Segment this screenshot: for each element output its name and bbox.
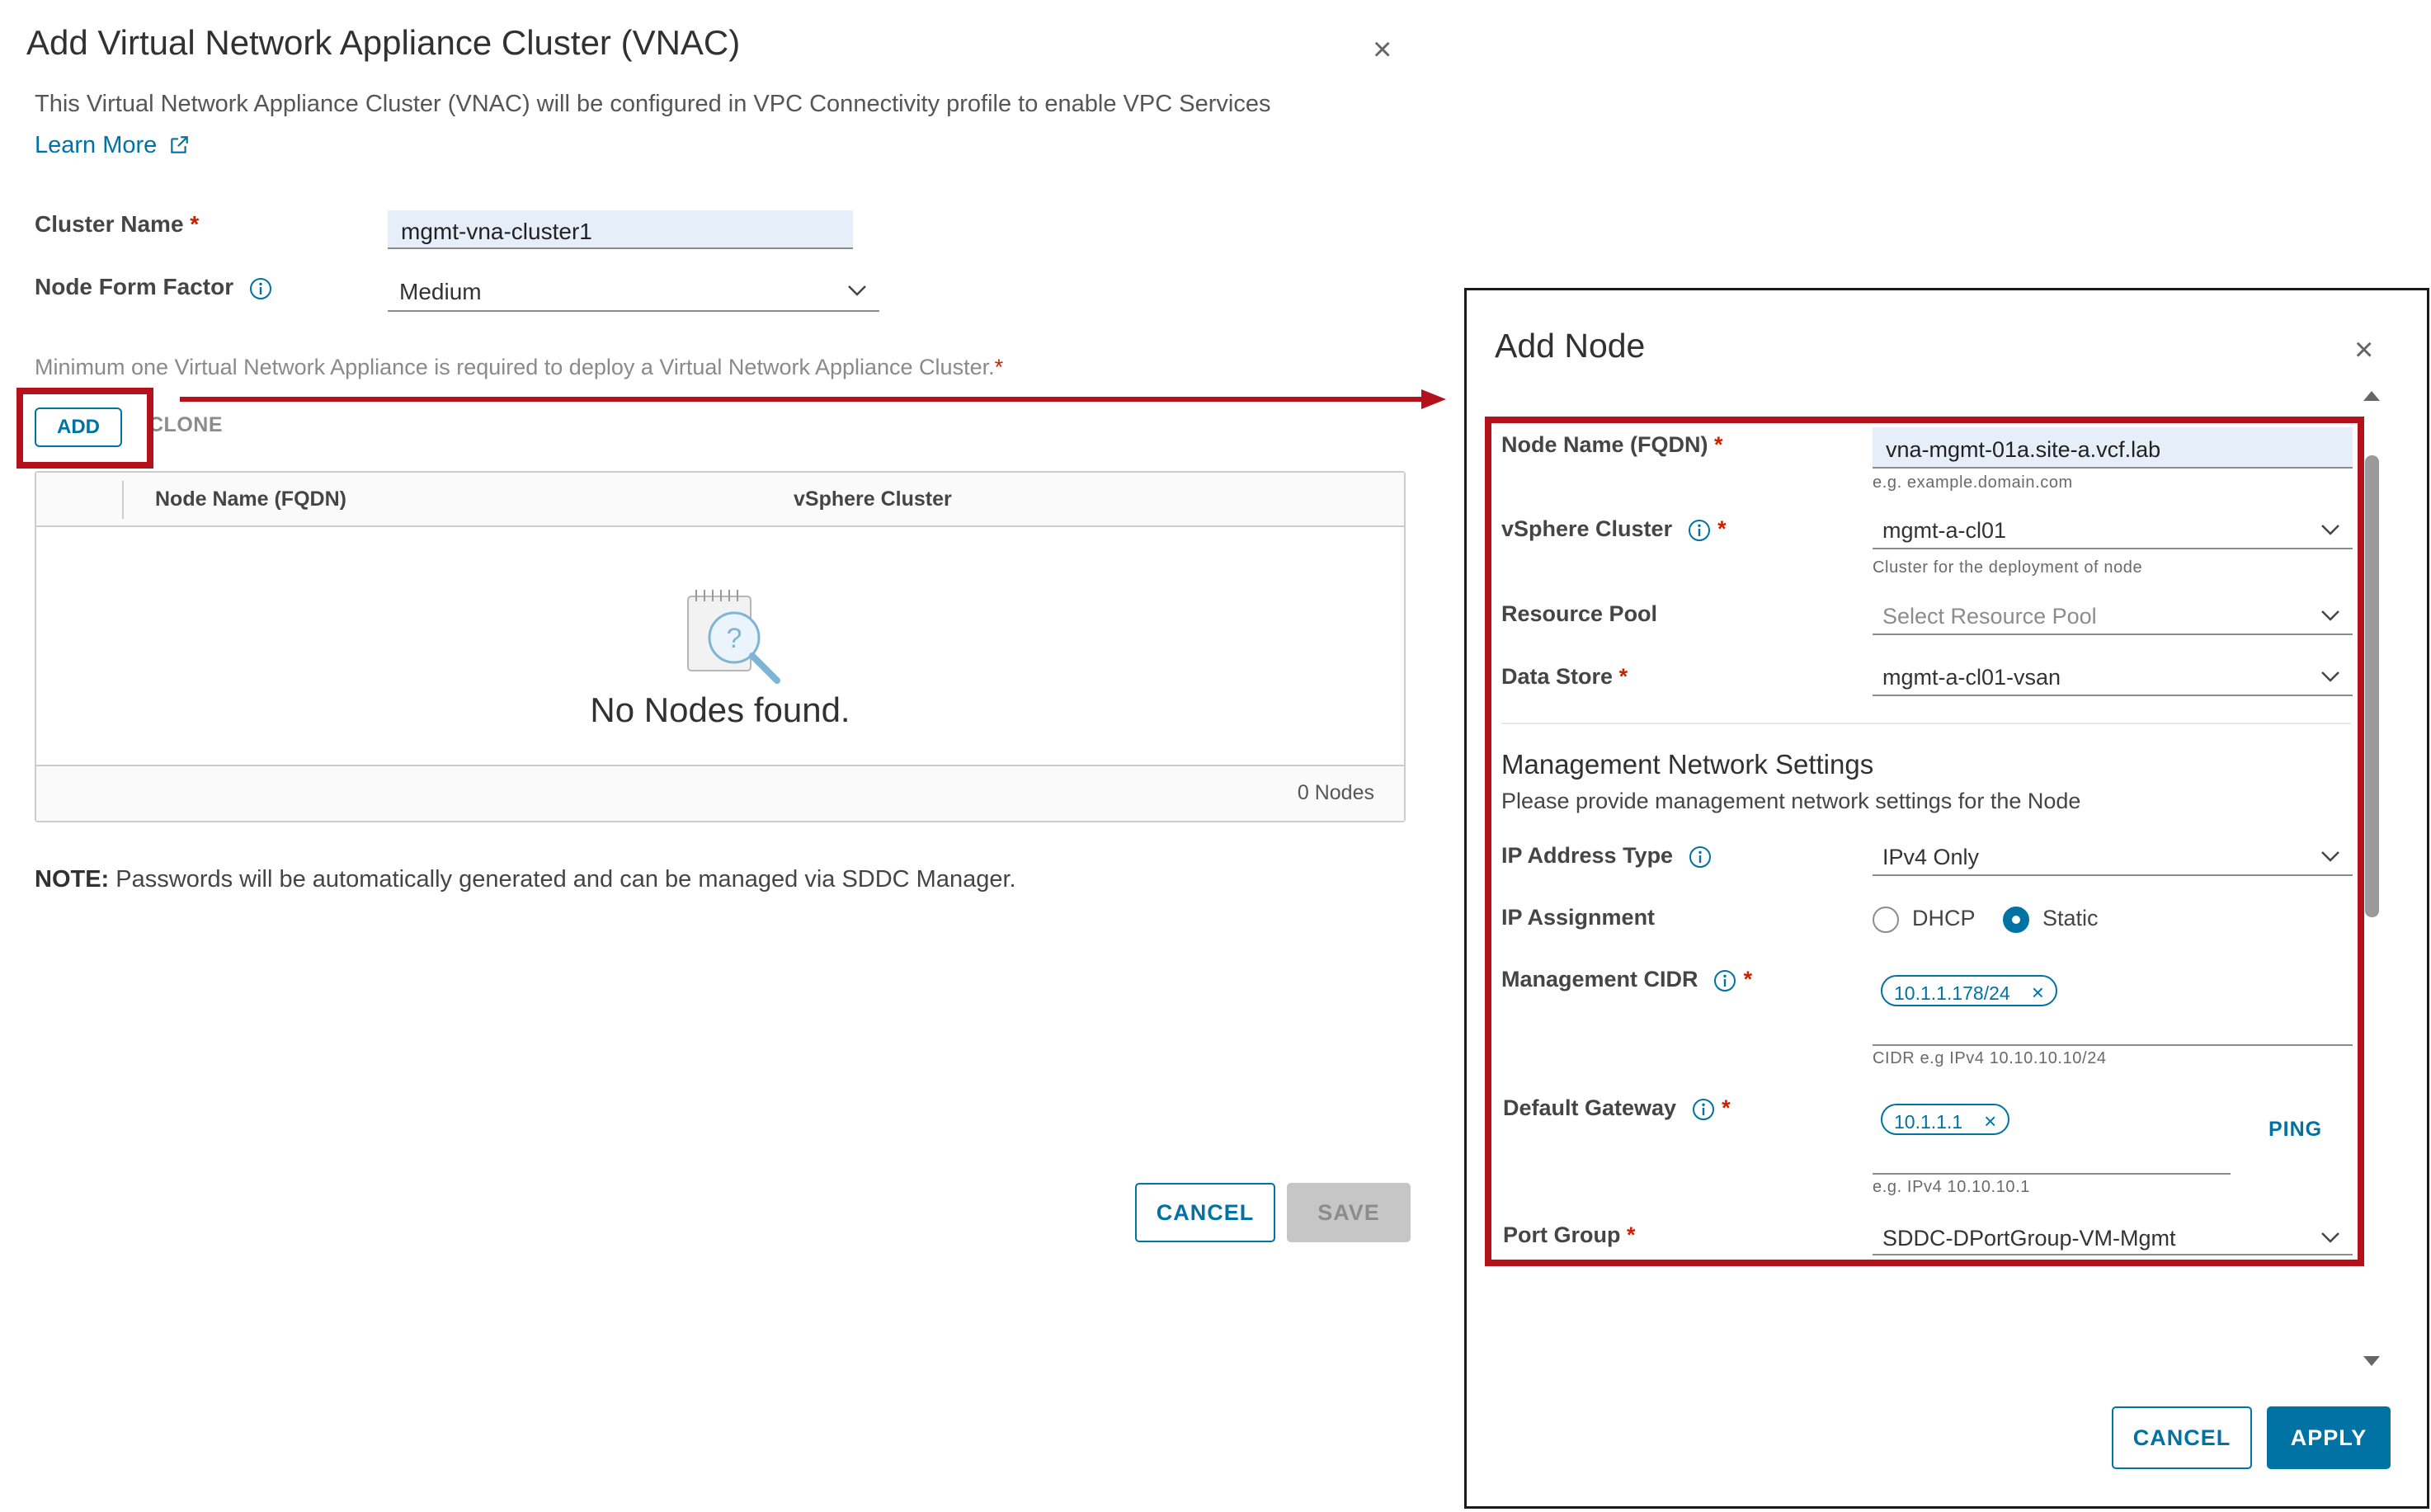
scroll-down-icon[interactable] xyxy=(2361,1353,2382,1369)
svg-text:?: ? xyxy=(727,623,742,654)
apply-button[interactable]: APPLY xyxy=(2267,1406,2391,1469)
learn-more-label: Learn More xyxy=(35,132,158,158)
nodes-table: Node Name (FQDN) vSphere Cluster ? No No… xyxy=(35,471,1406,822)
callout-arrow xyxy=(180,389,1446,409)
minimum-appliance-note: Minimum one Virtual Network Appliance is… xyxy=(35,355,1004,379)
node-count: 0 Nodes xyxy=(1297,781,1374,804)
empty-state-text: No Nodes found. xyxy=(590,690,850,729)
password-note: NOTE: Passwords will be automatically ge… xyxy=(35,866,1016,893)
learn-more-link[interactable]: Learn More xyxy=(35,132,190,159)
table-footer: 0 Nodes xyxy=(36,765,1404,821)
save-button[interactable]: SAVE xyxy=(1287,1183,1411,1242)
form-highlight-box xyxy=(1485,417,2364,1266)
column-header-node-name[interactable]: Node Name (FQDN) xyxy=(155,488,346,511)
cancel-button[interactable]: CANCEL xyxy=(1135,1183,1275,1242)
external-link-icon xyxy=(171,136,189,153)
add-node-title: Add Node xyxy=(1495,327,1646,365)
cluster-name-input[interactable] xyxy=(388,210,853,249)
chevron-down-icon xyxy=(848,285,866,296)
close-icon[interactable]: × xyxy=(2354,332,2373,369)
scrollbar-thumb[interactable] xyxy=(2365,455,2379,917)
node-form-factor-label: Node Form Factor xyxy=(35,274,273,301)
vnac-description: This Virtual Network Appliance Cluster (… xyxy=(35,91,1271,117)
cluster-name-label: Cluster Name * xyxy=(35,211,200,237)
column-header-vsphere-cluster[interactable]: vSphere Cluster xyxy=(794,488,952,511)
empty-search-icon: ? xyxy=(687,590,780,684)
cancel-button[interactable]: CANCEL xyxy=(2112,1406,2252,1469)
info-icon[interactable] xyxy=(248,276,273,301)
vnac-dialog-title: Add Virtual Network Appliance Cluster (V… xyxy=(26,23,741,62)
clone-button[interactable]: CLONE xyxy=(148,413,223,437)
node-form-factor-select[interactable]: Medium xyxy=(388,272,879,312)
table-header: Node Name (FQDN) vSphere Cluster xyxy=(36,473,1404,527)
scroll-up-icon[interactable] xyxy=(2361,388,2382,404)
close-icon[interactable]: × xyxy=(1373,33,1392,66)
node-form-factor-value: Medium xyxy=(399,279,482,304)
add-button-highlight xyxy=(16,388,153,469)
